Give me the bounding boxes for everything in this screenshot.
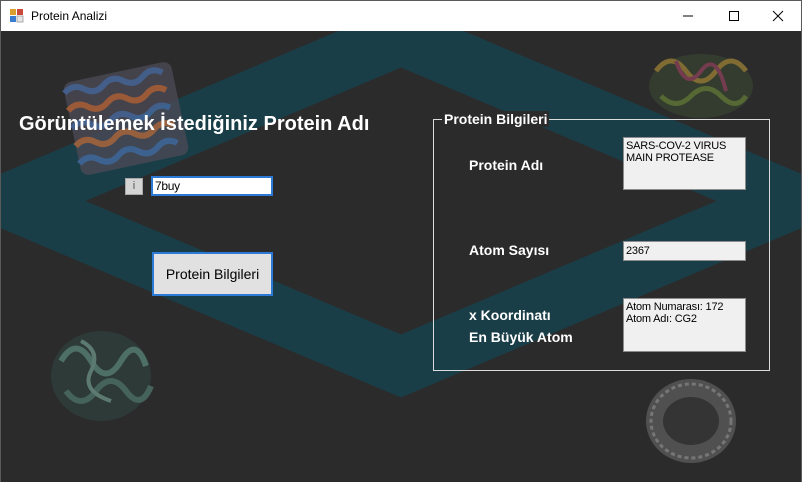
info-button[interactable]: i: [125, 178, 143, 195]
app-window: Protein Analizi Görüntülemek İstediğiniz…: [0, 0, 802, 482]
minimize-button[interactable]: [665, 1, 711, 31]
protein-name-line-2: MAIN PROTEASE: [626, 152, 714, 164]
title-bar[interactable]: Protein Analizi: [1, 1, 801, 31]
coordinate-field[interactable]: Atom Numarası: 172 Atom Adı: CG2: [623, 298, 746, 352]
coordinate-line-2: Atom Adı: CG2: [626, 313, 697, 325]
atom-count-field[interactable]: 2367: [623, 241, 746, 261]
page-heading: Görüntülemek İstediğiniz Protein Adı: [19, 113, 370, 135]
protein-info-button[interactable]: Protein Bilgileri: [152, 252, 273, 296]
maximize-icon: [729, 11, 739, 21]
app-icon: [10, 9, 24, 23]
window-title: Protein Analizi: [31, 9, 108, 23]
coordinate-line-1: Atom Numarası: 172: [626, 301, 724, 313]
groupbox-title: Protein Bilgileri: [442, 111, 550, 127]
maximize-button[interactable]: [711, 1, 757, 31]
atom-count-label: Atom Sayısı: [469, 242, 550, 258]
protein-name-label: Protein Adı: [469, 157, 544, 173]
protein-name-input[interactable]: 7buy: [151, 176, 273, 196]
protein-image-bottom-right: [646, 379, 736, 463]
client-area: Görüntülemek İstediğiniz Protein Adı i 7…: [1, 31, 801, 482]
protein-name-line-1: SARS-COV-2 VIRUS: [626, 140, 727, 152]
close-icon: [772, 10, 784, 22]
protein-image-top-right: [649, 54, 753, 118]
x-coordinate-label: x Koordinatı: [469, 307, 551, 323]
minimize-icon: [683, 15, 693, 17]
protein-image-bottom-left: [51, 331, 154, 421]
protein-name-field[interactable]: SARS-COV-2 VIRUS MAIN PROTEASE: [623, 137, 746, 190]
close-button[interactable]: [755, 1, 801, 31]
largest-atom-label: En Büyük Atom: [469, 329, 573, 345]
